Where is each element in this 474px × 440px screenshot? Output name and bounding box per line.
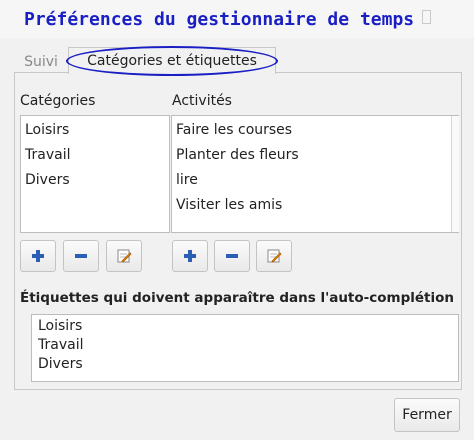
minus-icon <box>226 254 238 258</box>
autocompletion-textarea[interactable]: Loisirs Travail Divers <box>31 314 459 382</box>
edit-icon <box>267 249 282 263</box>
edit-icon <box>117 249 132 263</box>
plus-icon <box>32 250 44 262</box>
autocompletion-header: Étiquettes qui doivent apparaître dans l… <box>20 290 455 306</box>
list-item[interactable]: lire <box>172 168 458 193</box>
list-item[interactable]: Travail <box>21 143 169 168</box>
title-bar: Préférences du gestionnaire de temps <box>0 0 474 38</box>
tab-categories-etiquettes[interactable]: Catégories et étiquettes <box>68 47 276 74</box>
categories-header: Catégories <box>20 93 96 109</box>
minus-icon <box>75 254 87 258</box>
close-button[interactable]: Fermer <box>394 398 460 432</box>
categories-list[interactable]: Loisirs Travail Divers <box>20 115 170 233</box>
window-control-icon[interactable] <box>422 10 431 24</box>
list-item[interactable]: Loisirs <box>21 118 169 143</box>
add-category-button[interactable] <box>20 240 56 272</box>
tab-suivi[interactable]: Suivi <box>18 52 64 72</box>
remove-category-button[interactable] <box>63 240 99 272</box>
list-item: Travail <box>38 337 84 353</box>
activities-list[interactable]: Faire les courses Planter des fleurs lir… <box>171 115 459 233</box>
list-item: Loisirs <box>38 318 83 334</box>
list-item[interactable]: Faire les courses <box>172 118 458 143</box>
edit-activity-button[interactable] <box>256 240 292 272</box>
edit-category-button[interactable] <box>106 240 142 272</box>
window-title: Préférences du gestionnaire de temps <box>24 9 415 30</box>
add-activity-button[interactable] <box>172 240 208 272</box>
activities-scrollbar[interactable] <box>451 116 459 232</box>
list-item[interactable]: Planter des fleurs <box>172 143 458 168</box>
list-item[interactable]: Divers <box>21 168 169 193</box>
list-item[interactable]: Visiter les amis <box>172 193 458 218</box>
remove-activity-button[interactable] <box>214 240 250 272</box>
list-item: Divers <box>38 356 83 372</box>
plus-icon <box>184 250 196 262</box>
activities-header: Activités <box>172 93 232 109</box>
